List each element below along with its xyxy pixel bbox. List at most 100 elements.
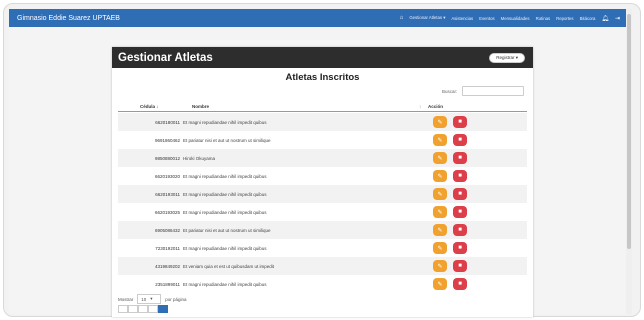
table-title: Atletas Inscritos bbox=[285, 72, 360, 83]
home-icon[interactable]: ⌂ bbox=[400, 15, 404, 21]
logout-icon[interactable]: ⇥ bbox=[615, 15, 620, 22]
pagination-prev-2[interactable] bbox=[128, 305, 138, 313]
delete-button[interactable]: ■ bbox=[453, 260, 467, 272]
navbar-brand[interactable]: Gimnasio Eddie Suarez UPTAEB bbox=[17, 15, 120, 22]
nav-item-eventos[interactable]: Eventos bbox=[479, 16, 495, 21]
cell-cedula: 6620193020 bbox=[154, 173, 180, 179]
page-size-value: 10 bbox=[141, 296, 147, 302]
edit-button[interactable]: ✎ bbox=[433, 260, 447, 272]
bell-icon[interactable]: 🔔︎ bbox=[601, 15, 609, 22]
edit-button[interactable]: ✎ bbox=[433, 278, 447, 290]
nav-item-rutinas[interactable]: Rutinas bbox=[536, 16, 551, 21]
delete-button[interactable]: ■ bbox=[453, 134, 467, 146]
header-divider bbox=[118, 111, 527, 112]
edit-button[interactable]: ✎ bbox=[433, 116, 447, 128]
pencil-icon: ✎ bbox=[437, 227, 443, 234]
nav-item-bitacora[interactable]: Bitácora bbox=[580, 16, 596, 21]
pencil-icon: ✎ bbox=[437, 137, 443, 144]
edit-button[interactable]: ✎ bbox=[433, 152, 447, 164]
pencil-icon: ✎ bbox=[437, 191, 443, 198]
delete-button[interactable]: ■ bbox=[453, 152, 467, 164]
pencil-icon: ✎ bbox=[437, 209, 443, 216]
nav-item-asistencias[interactable]: Asistencias bbox=[451, 16, 473, 21]
cell-cedula: 6905086432 bbox=[154, 227, 180, 233]
cell-nombre: Et veniam quia et est ut quibusdam ut im… bbox=[183, 263, 275, 269]
column-header-nombre[interactable]: Nombre bbox=[192, 104, 209, 109]
pagination-prev-3[interactable] bbox=[138, 305, 148, 313]
delete-button[interactable]: ■ bbox=[453, 206, 467, 218]
pencil-icon: ✎ bbox=[437, 173, 443, 180]
register-button[interactable]: Registrar ▾ bbox=[489, 52, 525, 63]
sort-icon[interactable]: ↕ bbox=[419, 104, 421, 109]
table-row: 6620193020 Et magni repudiandae nihil im… bbox=[118, 167, 527, 185]
show-label: Mostrar bbox=[118, 296, 134, 302]
pencil-icon: ✎ bbox=[437, 155, 443, 162]
column-header-accion: Acción bbox=[428, 104, 444, 109]
nav-item-atletas[interactable]: Gestionar Atletas ▾ bbox=[409, 15, 445, 21]
delete-button[interactable]: ■ bbox=[453, 278, 467, 290]
trash-icon: ■ bbox=[458, 227, 462, 233]
edit-button[interactable]: ✎ bbox=[433, 242, 447, 254]
cell-cedula: 6620193011 bbox=[155, 191, 180, 197]
page-title: Gestionar Atletas bbox=[118, 51, 213, 64]
delete-button[interactable]: ■ bbox=[453, 188, 467, 200]
edit-button[interactable]: ✎ bbox=[433, 170, 447, 182]
cell-nombre: Et magni repudiandae nihil impedit quibu… bbox=[183, 245, 267, 251]
cell-nombre: Et magni repudiandae nihil impedit quibu… bbox=[183, 281, 267, 287]
cell-nombre: Et magni repudiandae nihil impedit quibu… bbox=[183, 173, 267, 179]
nav-item-mensualidades[interactable]: Mensualidades bbox=[501, 16, 530, 21]
search-label: Buscar: bbox=[442, 89, 458, 94]
cell-nombre: Et magni repudiandae nihil impedit quibu… bbox=[183, 191, 267, 197]
pencil-icon: ✎ bbox=[437, 281, 443, 288]
pencil-icon: ✎ bbox=[437, 263, 443, 270]
cell-cedula: 6620180011 bbox=[155, 119, 180, 125]
cell-nombre: Et pariatur nisi et aut ut nostrum ut si… bbox=[183, 227, 271, 233]
delete-button[interactable]: ■ bbox=[453, 224, 467, 236]
column-header-cedula[interactable]: Cédula ↓ bbox=[140, 104, 159, 109]
search-input[interactable] bbox=[462, 86, 524, 96]
table-row: 9850880012 Hiroki Okuyama ✎ ■ bbox=[118, 149, 527, 167]
cell-cedula: 9850880012 bbox=[154, 155, 180, 161]
pencil-icon: ✎ bbox=[437, 245, 443, 252]
table-footer: Mostrar 10 ▾ por página bbox=[118, 294, 187, 304]
trash-icon: ■ bbox=[458, 209, 462, 215]
pagination-page-current[interactable] bbox=[158, 305, 168, 313]
athletes-card: Gestionar Atletas Registrar ▾ Atletas In… bbox=[112, 47, 533, 317]
cell-cedula: 9691860462 bbox=[154, 137, 180, 143]
page-size-select[interactable]: 10 ▾ bbox=[137, 294, 162, 304]
cell-nombre: Hiroki Okuyama bbox=[183, 155, 216, 161]
edit-button[interactable]: ✎ bbox=[433, 134, 447, 146]
nav-menu: ⌂ Gestionar Atletas ▾ Asistencias Evento… bbox=[400, 15, 620, 22]
trash-icon: ■ bbox=[458, 119, 462, 125]
table-row: 6620193025 Et magni repudiandae nihil im… bbox=[118, 203, 527, 221]
trash-icon: ■ bbox=[458, 245, 462, 251]
register-button-label: Registrar ▾ bbox=[496, 54, 518, 60]
cell-cedula: 2351899011 bbox=[155, 281, 180, 287]
table-row: 6620180011 Et magni repudiandae nihil im… bbox=[118, 113, 527, 131]
edit-button[interactable]: ✎ bbox=[433, 188, 447, 200]
trash-icon: ■ bbox=[458, 155, 462, 161]
card-header: Gestionar Atletas Registrar ▾ bbox=[112, 47, 533, 68]
pagination-prev-4[interactable] bbox=[148, 305, 158, 313]
pagination bbox=[118, 305, 168, 313]
scrollbar-thumb[interactable] bbox=[627, 14, 631, 249]
cell-nombre: Et magni repudiandae nihil impedit quibu… bbox=[183, 119, 267, 125]
delete-button[interactable]: ■ bbox=[453, 170, 467, 182]
table-row: 7230192011 Et magni repudiandae nihil im… bbox=[118, 239, 527, 257]
table-row: 6620193011 Et magni repudiandae nihil im… bbox=[118, 185, 527, 203]
cell-cedula: 6620193025 bbox=[154, 209, 180, 215]
table-row: 9691860462 Et pariatur nisi et aut ut no… bbox=[118, 131, 527, 149]
top-navbar: Gimnasio Eddie Suarez UPTAEB ⌂ Gestionar… bbox=[9, 9, 626, 27]
trash-icon: ■ bbox=[458, 281, 462, 287]
table-row: 4319849202 Et veniam quia et est ut quib… bbox=[118, 257, 527, 275]
edit-button[interactable]: ✎ bbox=[433, 206, 447, 218]
trash-icon: ■ bbox=[458, 137, 462, 143]
trash-icon: ■ bbox=[458, 263, 462, 269]
cell-nombre: Et pariatur nisi et aut ut nostrum ut si… bbox=[183, 137, 271, 143]
cell-cedula: 7230192011 bbox=[155, 245, 180, 251]
nav-item-reportes[interactable]: Reportes bbox=[556, 16, 573, 21]
pagination-prev[interactable] bbox=[118, 305, 128, 313]
delete-button[interactable]: ■ bbox=[453, 116, 467, 128]
delete-button[interactable]: ■ bbox=[453, 242, 467, 254]
edit-button[interactable]: ✎ bbox=[433, 224, 447, 236]
